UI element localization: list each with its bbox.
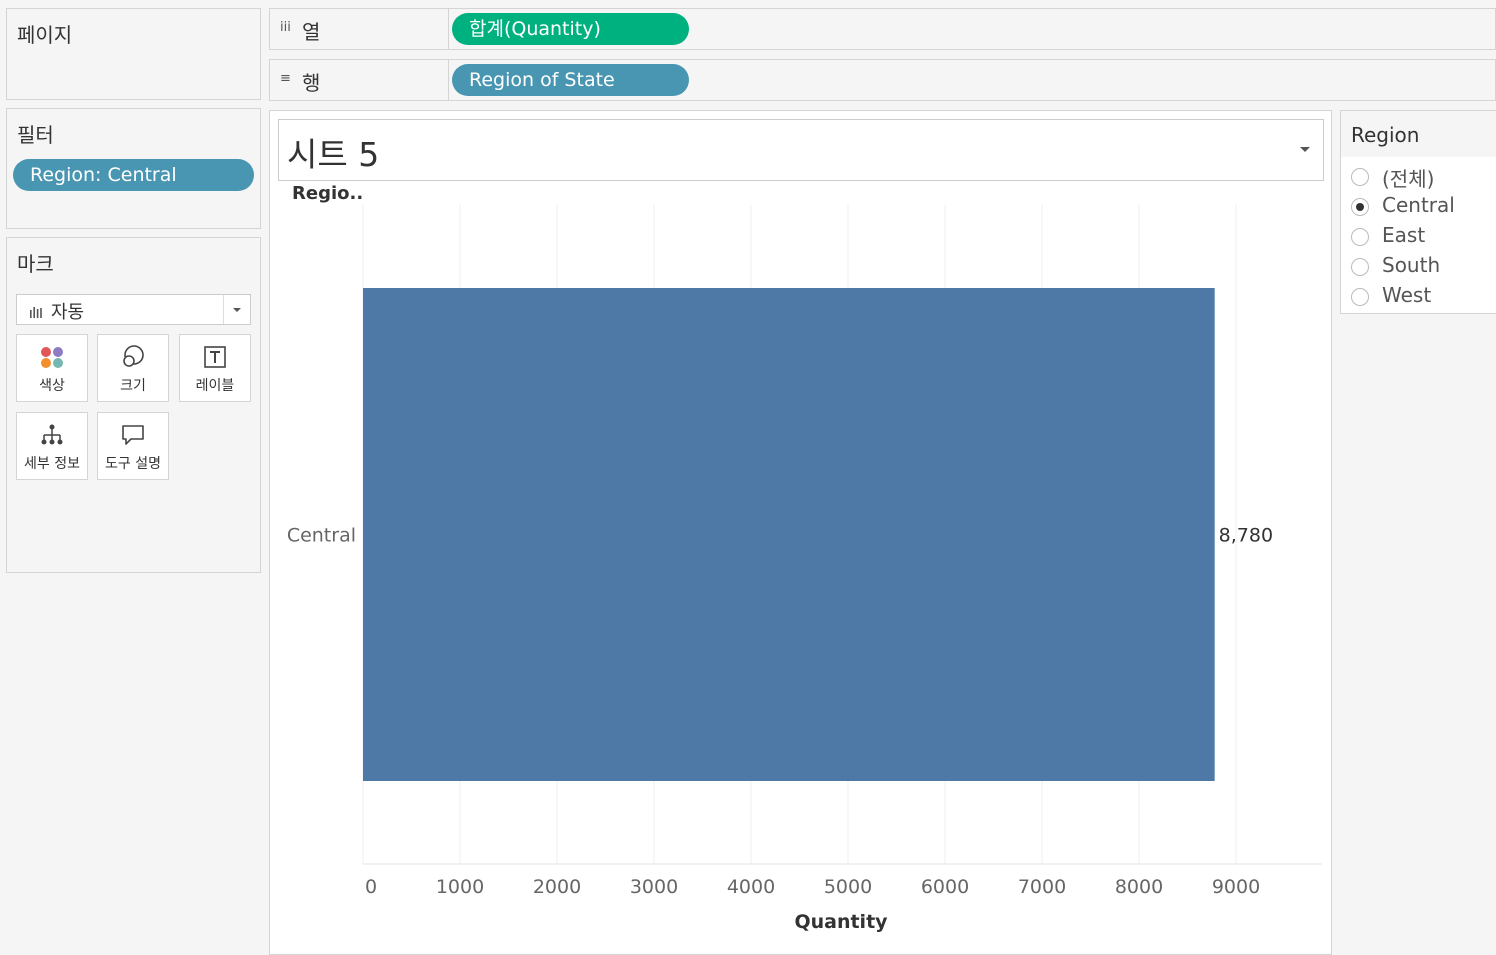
x-tick-label: 2000 [533, 876, 581, 898]
marks-title: 마크 [17, 252, 54, 276]
radio-button-icon[interactable] [1351, 168, 1369, 186]
radio-button-icon[interactable] [1351, 258, 1369, 276]
mark-card-detail[interactable]: 세부 정보 [16, 412, 88, 480]
mark-card-size-label: 크기 [120, 378, 146, 394]
size-icon [98, 344, 168, 370]
rows-shelf-label: 행 [302, 71, 321, 95]
pages-panel[interactable]: 페이지 [6, 8, 261, 100]
data-label: 8,780 [1219, 525, 1273, 547]
bar-chart: Regio.. Central 8,780 0 1000 2000 3000 4000 50… [287, 183, 1322, 933]
detail-icon [17, 422, 87, 448]
mark-card-tooltip[interactable]: 도구 설명 [97, 412, 169, 480]
mark-type-label: 자동 [51, 302, 85, 323]
x-tick-label: 9000 [1212, 876, 1260, 898]
sheet-title-bar[interactable]: 시트 5 [278, 119, 1324, 181]
columns-icon: iii [280, 20, 291, 35]
columns-shelf-header: iii 열 [270, 9, 449, 49]
sheet-title: 시트 5 [287, 135, 380, 174]
bar-central[interactable] [363, 288, 1215, 781]
mark-type-dropdown[interactable]: 자동 [16, 294, 251, 325]
mark-card-tooltip-label: 도구 설명 [105, 456, 161, 472]
radio-button-icon[interactable] [1351, 288, 1369, 306]
x-tick-label: 8000 [1115, 876, 1163, 898]
x-tick-label: 6000 [921, 876, 969, 898]
bar-chart-icon [29, 303, 43, 318]
dropdown-arrow-icon[interactable] [1299, 140, 1311, 152]
color-icon [17, 344, 87, 370]
radio-button-icon[interactable] [1351, 228, 1369, 246]
mark-card-detail-label: 세부 정보 [24, 456, 80, 472]
region-option-label: South [1382, 253, 1441, 277]
filters-panel[interactable]: 필터 Region: Central [6, 108, 261, 229]
radio-button-icon[interactable] [1351, 198, 1369, 216]
row-header: Regio.. [292, 183, 363, 204]
x-tick-label: 1000 [436, 876, 484, 898]
region-option-label: West [1382, 283, 1432, 307]
columns-pill[interactable]: 합계(Quantity) [452, 13, 689, 45]
columns-shelf[interactable]: iii 열 합계(Quantity) [269, 8, 1496, 50]
x-tick-label: 3000 [630, 876, 678, 898]
category-label: Central [287, 525, 356, 547]
x-axis-title: Quantity [794, 911, 888, 933]
rows-shelf-header: ≡ 행 [270, 60, 449, 100]
columns-shelf-label: 열 [302, 20, 321, 44]
chevron-down-icon [223, 295, 250, 324]
mark-card-color-label: 색상 [39, 378, 65, 394]
sheet-view[interactable]: 시트 5 Regio.. Central 8,780 0 1000 2000 3000 4… [269, 110, 1332, 955]
mark-card-label[interactable]: 레이블 [179, 334, 251, 402]
pages-title: 페이지 [17, 23, 73, 47]
mark-card-label-label: 레이블 [195, 378, 235, 394]
x-tick-label: 4000 [727, 876, 775, 898]
region-option-label: East [1382, 223, 1426, 247]
region-option-label: (전체) [1382, 167, 1435, 191]
x-tick-label: 7000 [1018, 876, 1066, 898]
label-icon [180, 344, 250, 370]
rows-icon: ≡ [280, 71, 291, 86]
filter-pill-region[interactable]: Region: Central [13, 159, 254, 191]
marks-panel[interactable]: 마크 자동 색상 크기 레이블 세부 정보 도구 설명 [6, 237, 261, 573]
filters-title: 필터 [17, 123, 54, 147]
rows-pill[interactable]: Region of State [452, 64, 689, 96]
region-option-label: Central [1382, 193, 1455, 217]
x-tick-label: 5000 [824, 876, 872, 898]
region-filter-title: Region [1341, 111, 1496, 157]
mark-card-color[interactable]: 색상 [16, 334, 88, 402]
rows-shelf[interactable]: ≡ 행 Region of State [269, 59, 1496, 101]
mark-card-size[interactable]: 크기 [97, 334, 169, 402]
tooltip-icon [98, 422, 168, 448]
region-filter-card[interactable]: Region (전체) Central East South West [1340, 110, 1496, 314]
x-tick-label: 0 [365, 876, 377, 898]
